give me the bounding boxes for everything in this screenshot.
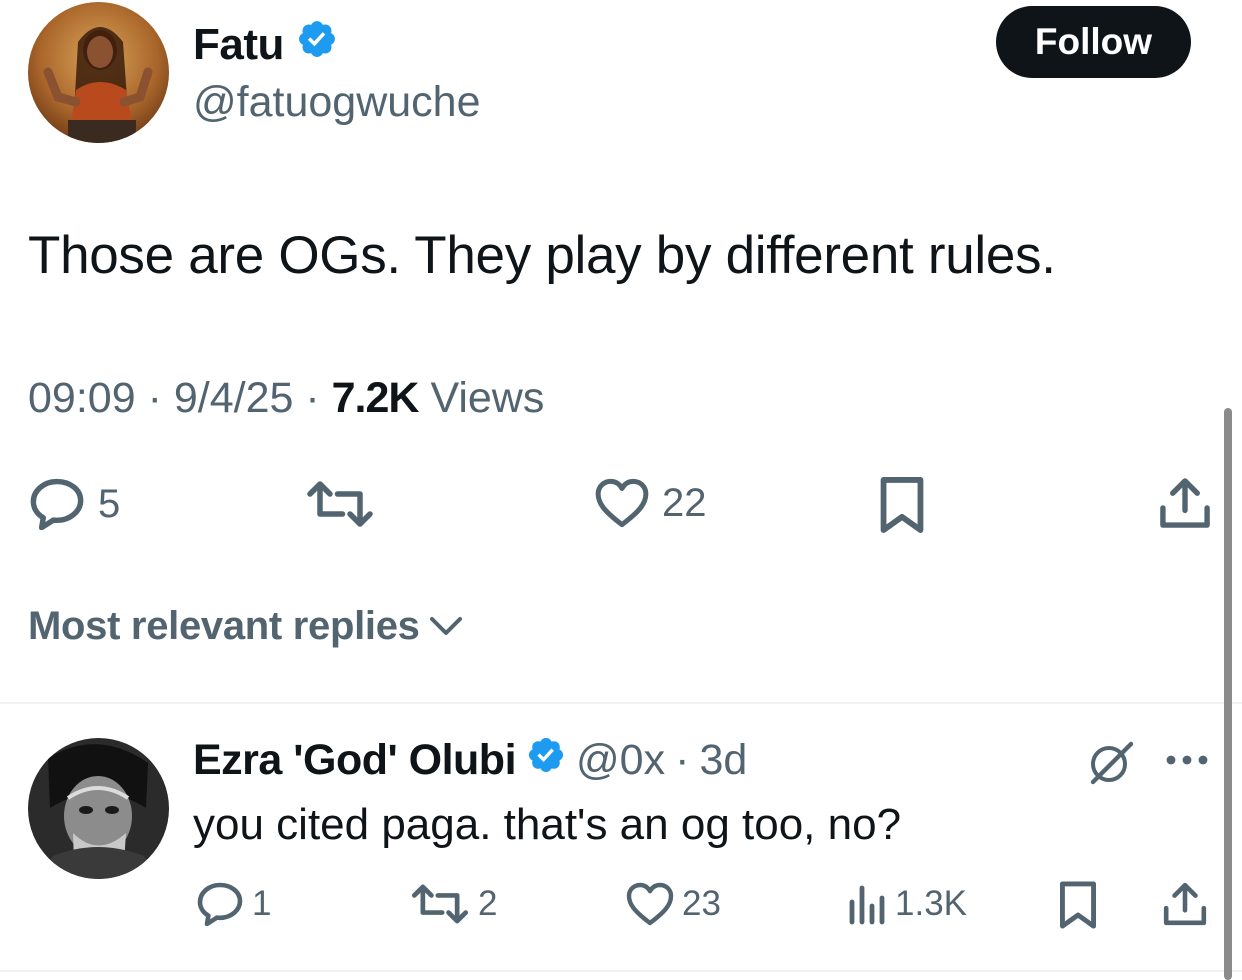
- reply-reply-button[interactable]: 1: [196, 882, 271, 926]
- reply-avatar[interactable]: [28, 738, 169, 879]
- reply-views-count: 1.3K: [895, 884, 967, 923]
- reply-retweet-button[interactable]: 2: [410, 882, 497, 926]
- reply-bookmark-button[interactable]: [1058, 880, 1098, 930]
- retweet-icon: [307, 481, 373, 527]
- reply-button[interactable]: 5: [28, 478, 120, 530]
- grok-icon[interactable]: [1086, 738, 1136, 786]
- reply-like-count: 23: [682, 884, 721, 923]
- reply-reply-count: 1: [252, 884, 272, 923]
- verified-badge-icon: [296, 18, 338, 71]
- divider: [0, 702, 1242, 704]
- tweet-time[interactable]: 09:09: [28, 374, 136, 422]
- replies-sort-label: Most relevant replies: [28, 604, 420, 648]
- bookmark-button[interactable]: [878, 476, 926, 534]
- bookmark-icon: [1060, 881, 1096, 929]
- author-avatar[interactable]: [28, 2, 169, 143]
- reply-share-button[interactable]: [1162, 880, 1208, 928]
- tweet-date[interactable]: 9/4/25: [174, 374, 294, 422]
- views-label[interactable]: Views: [430, 374, 544, 422]
- reply-like-button[interactable]: 23: [626, 882, 721, 926]
- replies-sort-dropdown[interactable]: Most relevant replies: [28, 604, 464, 649]
- analytics-icon: [849, 885, 885, 925]
- reply-author-handle[interactable]: @0x: [576, 736, 665, 785]
- tweet-meta: 09:09 · 9/4/25 · 7.2K Views: [28, 374, 544, 423]
- author-name-row[interactable]: Fatu: [193, 18, 338, 71]
- share-icon: [1163, 882, 1207, 926]
- retweet-button[interactable]: [305, 478, 387, 530]
- reply-header: Ezra 'God' Olubi @0x · 3d: [193, 735, 747, 786]
- more-options-icon[interactable]: [1163, 745, 1211, 775]
- bookmark-icon: [880, 477, 924, 533]
- reply-icon: [197, 882, 243, 926]
- meta-separator: ·: [305, 374, 320, 422]
- share-button[interactable]: [1158, 476, 1212, 530]
- retweet-icon: [411, 884, 469, 924]
- verified-badge-icon: [526, 735, 566, 786]
- heart-icon: [595, 478, 649, 528]
- reply-age[interactable]: 3d: [699, 736, 747, 785]
- heart-icon: [626, 882, 674, 926]
- reply-icon: [30, 478, 84, 530]
- reply-separator: ·: [675, 736, 690, 784]
- divider: [0, 970, 1242, 972]
- reply-text: you cited paga. that's an og too, no?: [193, 800, 902, 849]
- tweet-text: Those are OGs. They play by different ru…: [28, 226, 1056, 285]
- like-button[interactable]: 22: [594, 478, 707, 528]
- reply-views-button[interactable]: 1.3K: [845, 882, 967, 926]
- chevron-down-icon: [429, 616, 462, 635]
- like-count: 22: [662, 480, 707, 525]
- reply-author-name[interactable]: Ezra 'God' Olubi: [193, 736, 517, 785]
- follow-button[interactable]: Follow: [996, 6, 1191, 78]
- meta-separator: ·: [147, 374, 162, 422]
- views-count[interactable]: 7.2K: [332, 374, 420, 422]
- author-name[interactable]: Fatu: [193, 20, 284, 70]
- reply-count: 5: [98, 481, 121, 526]
- scrollbar[interactable]: [1224, 408, 1232, 980]
- share-icon: [1160, 478, 1210, 528]
- author-handle[interactable]: @fatuogwuche: [193, 78, 481, 127]
- reply-retweet-count: 2: [478, 884, 498, 923]
